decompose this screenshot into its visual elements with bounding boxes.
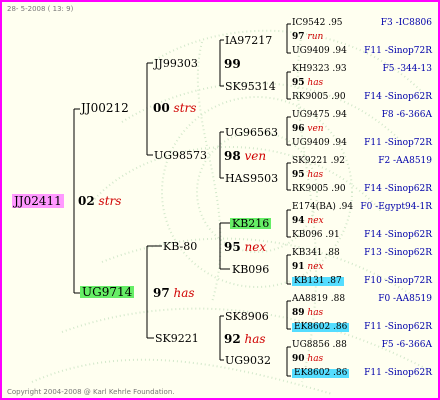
ancestor-link[interactable]: F5 -6-366A — [382, 341, 432, 350]
year-number: 96 — [292, 124, 305, 134]
breeder-mark: nex — [244, 240, 267, 254]
sire-year: 90 has — [292, 355, 323, 364]
queen-id[interactable]: UG98573 — [154, 150, 207, 161]
queen-id[interactable]: SK9221 — [155, 333, 199, 344]
breeder-mark: has — [304, 78, 324, 88]
ancestor-link[interactable]: F14 -Sinop62R — [364, 231, 432, 240]
breeder-mark: nex — [304, 262, 324, 272]
ancestor-link[interactable]: F0 -AA8519 — [378, 295, 432, 304]
ancestor-link[interactable]: F11 -Sinop72R — [364, 139, 432, 148]
breeder-mark: has — [173, 286, 195, 300]
year-number: 92 — [224, 332, 241, 346]
ancestor-link[interactable]: F2 -AA8519 — [378, 157, 432, 166]
breeder-mark: has — [304, 354, 324, 364]
sire-year: 98 ven — [224, 150, 266, 162]
breeder-mark: nex — [304, 216, 324, 226]
queen-id[interactable]: SK9221 .92 — [292, 157, 345, 166]
ancestor-link[interactable]: F14 -Sinop62R — [364, 185, 432, 194]
pedigree-connectors — [73, 23, 291, 377]
breeder-mark: has — [244, 332, 266, 346]
year-number: 91 — [292, 262, 305, 272]
queen-id[interactable]: UG96563 — [225, 127, 278, 138]
sire-year: 96 ven — [292, 125, 324, 134]
year-number: 90 — [292, 354, 305, 364]
ancestor-link[interactable]: F0 -Egypt94-1R — [360, 203, 432, 212]
year-number: 02 — [78, 194, 95, 208]
queen-id[interactable]: HAS9503 — [225, 173, 278, 184]
ancestor-link[interactable]: F5 -344-13 — [382, 65, 432, 74]
sire-year: 92 has — [224, 333, 266, 345]
year-number: 95 — [224, 240, 241, 254]
queen-id[interactable]: KB341 .88 — [292, 249, 340, 258]
proband-id[interactable]: JJ02411 — [12, 194, 64, 208]
queen-id[interactable]: EK8602 .86 — [292, 369, 350, 378]
sire-year: 97 run — [292, 33, 323, 42]
queen-id[interactable]: UG9032 — [225, 355, 271, 366]
breeder-mark: has — [304, 170, 324, 180]
queen-id[interactable]: UG9409 .94 — [292, 47, 347, 56]
sire-year: 89 has — [292, 309, 323, 318]
breeder-mark: run — [304, 32, 324, 42]
queen-id[interactable]: KB216 — [230, 218, 272, 229]
copyright-notice: Copyright 2004-2008 @ Karl Kehrle Founda… — [7, 388, 175, 396]
queen-id[interactable]: JJ00212 — [81, 102, 129, 114]
ancestor-link[interactable]: F10 -Sinop72R — [364, 277, 432, 286]
breeder-mark: ven — [304, 124, 324, 134]
pedigree-frame: 28- 5-2008 ( 13: 9) Copyright 2004-2008 … — [0, 0, 440, 400]
breeder-mark: has — [304, 308, 324, 318]
ancestor-link[interactable]: F11 -Sinop72R — [364, 47, 432, 56]
year-number: 00 — [153, 101, 170, 115]
ancestor-link[interactable]: F14 -Sinop62R — [364, 93, 432, 102]
sire-year: 94 nex — [292, 217, 324, 226]
queen-id[interactable]: E174(BA) .94 — [292, 203, 353, 212]
queen-id[interactable]: SK95314 — [225, 81, 276, 92]
year-number: 98 — [224, 149, 241, 163]
queen-id[interactable]: SK8906 — [225, 311, 269, 322]
year-number: 89 — [292, 308, 305, 318]
queen-id[interactable]: EK8602 .86 — [292, 323, 350, 332]
queen-id[interactable]: KB096 — [232, 264, 269, 275]
queen-id[interactable]: RK9005 .90 — [292, 93, 346, 102]
year-number: 95 — [292, 78, 305, 88]
queen-id[interactable]: IA97217 — [225, 35, 272, 46]
sire-year: 95 has — [292, 171, 323, 180]
queen-id[interactable]: KB131 .87 — [292, 277, 344, 286]
report-date: 28- 5-2008 ( 13: 9) — [7, 5, 74, 13]
queen-id[interactable]: UG9714 — [80, 286, 135, 298]
ancestor-link[interactable]: F8 -6-366A — [382, 111, 432, 120]
ancestor-link[interactable]: F11 -Sinop62R — [364, 323, 432, 332]
sire-year: 95 has — [292, 79, 323, 88]
breeder-mark: ven — [244, 149, 267, 163]
proband-year: 02 strs — [78, 195, 121, 207]
sire-year: 97 has — [153, 287, 195, 299]
year-number: 97 — [292, 32, 305, 42]
queen-id[interactable]: UG9409 .94 — [292, 139, 347, 148]
queen-id[interactable]: AA8819 .88 — [292, 295, 345, 304]
ancestor-link[interactable]: F11 -Sinop62R — [364, 369, 432, 378]
year-number: 97 — [153, 286, 170, 300]
queen-id[interactable]: UG8856 .88 — [292, 341, 347, 350]
queen-id[interactable]: UG9475 .94 — [292, 111, 347, 120]
sire-year: 00 strs — [153, 102, 196, 114]
breeder-mark: strs — [98, 194, 122, 208]
queen-id[interactable]: JJ99303 — [154, 58, 198, 69]
queen-id[interactable]: KH9323 .93 — [292, 65, 347, 74]
ancestor-link[interactable]: F3 -IC8806 — [381, 19, 432, 28]
year-number: 95 — [292, 170, 305, 180]
queen-id[interactable]: KB-80 — [163, 241, 197, 252]
year-number: 94 — [292, 216, 305, 226]
sire-year: 99 — [224, 58, 241, 70]
queen-id[interactable]: KB096 .91 — [292, 231, 340, 240]
year-number: 99 — [224, 57, 241, 71]
queen-id[interactable]: RK9005 .90 — [292, 185, 346, 194]
queen-id[interactable]: IC9542 .95 — [292, 19, 343, 28]
breeder-mark: strs — [173, 101, 197, 115]
ancestor-link[interactable]: F13 -Sinop62R — [364, 249, 432, 258]
sire-year: 95 nex — [224, 241, 266, 253]
sire-year: 91 nex — [292, 263, 324, 272]
